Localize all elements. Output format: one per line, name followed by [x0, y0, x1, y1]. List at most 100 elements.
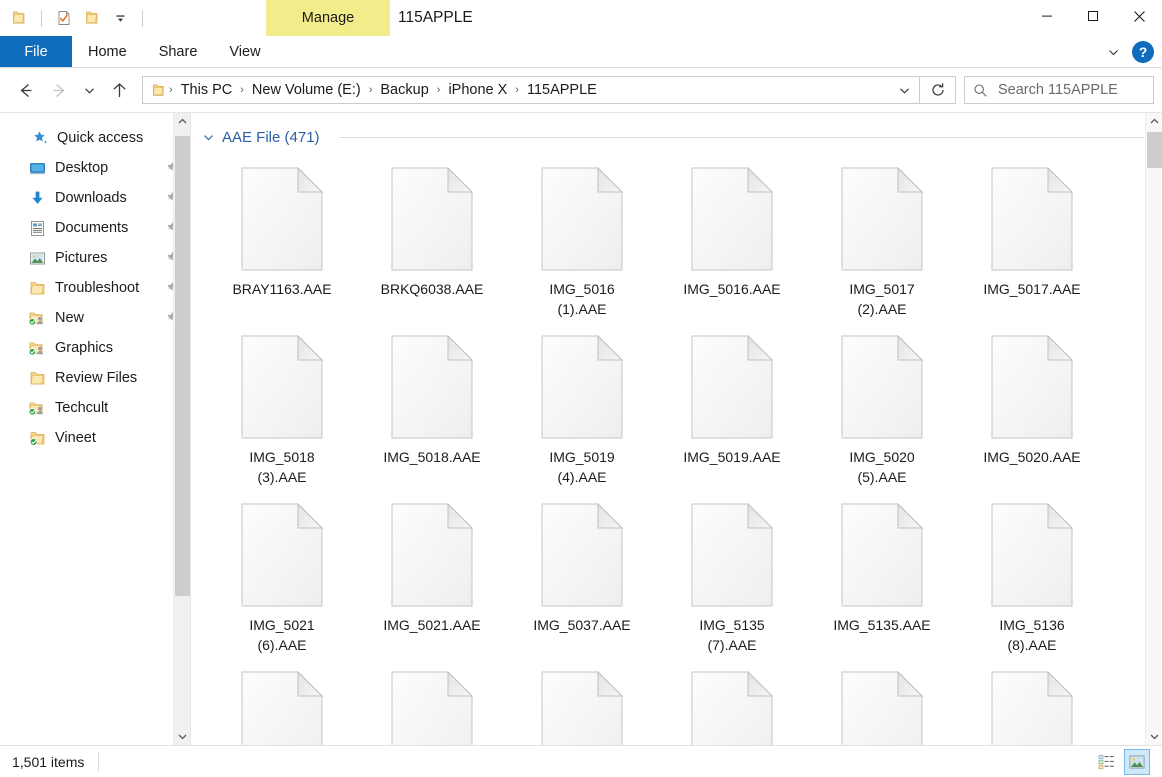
file-tile[interactable]: IMG_5017 (2).AAE	[807, 154, 957, 322]
breadcrumb-separator-1[interactable]: ›	[238, 84, 246, 96]
tab-view[interactable]: View	[213, 36, 276, 67]
file-tile[interactable]: BRAY1163.AAE	[207, 154, 357, 322]
tab-file[interactable]: File	[0, 36, 72, 67]
group-label[interactable]: AAE File (471)	[222, 129, 320, 146]
file-tile[interactable]: IMG_5018 (3).AAE	[207, 322, 357, 490]
shared-synced-folder-icon	[28, 339, 46, 357]
scroll-down-icon[interactable]	[174, 728, 191, 745]
sidebar-item-vineet[interactable]: Vineet	[0, 423, 190, 453]
file-name: IMG_5017 (2).AAE	[846, 279, 917, 319]
blank-document-icon	[390, 670, 474, 745]
file-tile[interactable]: IMG_5037.AAE	[507, 490, 657, 658]
scroll-down-icon[interactable]	[1146, 728, 1162, 745]
file-tile[interactable]: IMG_5021.AAE	[357, 490, 507, 658]
sidebar-scrollbar[interactable]	[173, 113, 190, 745]
file-tile[interactable]: IMG_5021 (6).AAE	[207, 490, 357, 658]
file-tile[interactable]: IMG_5020 (5).AAE	[807, 322, 957, 490]
sidebar-scroll-track[interactable]	[174, 130, 191, 728]
file-tile[interactable]: IMG_5136 (8).AAE	[957, 490, 1107, 658]
group-header-aae-file[interactable]: AAE File (471)	[191, 113, 1162, 146]
scroll-up-icon[interactable]	[174, 113, 191, 130]
sidebar-item-pictures[interactable]: Pictures	[0, 243, 190, 273]
new-folder-icon[interactable]	[81, 7, 103, 29]
breadcrumb-separator-4[interactable]: ›	[513, 84, 521, 96]
blank-document-icon	[240, 334, 324, 440]
search-box[interactable]: Search 115APPLE	[964, 76, 1154, 104]
breadcrumb-backup[interactable]: Backup	[374, 82, 434, 98]
sidebar-item-review-files[interactable]: Review Files	[0, 363, 190, 393]
sidebar-label-documents: Documents	[55, 220, 128, 236]
breadcrumb-bar[interactable]: › This PC › New Volume (E:) › Backup › i…	[142, 76, 920, 104]
sidebar-item-graphics[interactable]: Graphics	[0, 333, 190, 363]
sidebar-item-documents[interactable]: Documents	[0, 213, 190, 243]
file-tile[interactable]	[957, 658, 1107, 745]
folder-icon[interactable]	[8, 7, 30, 29]
file-tile[interactable]	[507, 658, 657, 745]
blank-document-icon	[390, 166, 474, 272]
file-tile[interactable]: IMG_5019 (4).AAE	[507, 322, 657, 490]
file-tile[interactable]	[657, 658, 807, 745]
file-tile[interactable]: IMG_5016 (1).AAE	[507, 154, 657, 322]
breadcrumb-separator-0[interactable]: ›	[167, 84, 175, 96]
tab-home[interactable]: Home	[72, 36, 143, 67]
sidebar-item-new[interactable]: New	[0, 303, 190, 333]
file-tile[interactable]: IMG_5135.AAE	[807, 490, 957, 658]
recent-locations-button[interactable]	[76, 73, 102, 107]
close-button[interactable]	[1116, 0, 1162, 32]
file-tile[interactable]: IMG_5017.AAE	[957, 154, 1107, 322]
content-scroll-thumb[interactable]	[1147, 132, 1162, 168]
breadcrumb-new-volume[interactable]: New Volume (E:)	[246, 82, 367, 98]
details-view-button[interactable]	[1094, 749, 1120, 775]
sidebar-item-troubleshoot[interactable]: Troubleshoot	[0, 273, 190, 303]
blank-document-icon	[990, 502, 1074, 608]
breadcrumb-115apple[interactable]: 115APPLE	[521, 82, 603, 98]
file-name: IMG_5016.AAE	[680, 279, 783, 299]
back-button[interactable]	[8, 73, 42, 107]
item-count-label: 1,501 items	[12, 754, 84, 770]
tab-share[interactable]: Share	[143, 36, 214, 67]
breadcrumb-dropdown-icon[interactable]	[889, 77, 919, 103]
breadcrumb-separator-3[interactable]: ›	[435, 84, 443, 96]
sidebar-label-troubleshoot: Troubleshoot	[55, 280, 139, 296]
file-tile[interactable]: BRKQ6038.AAE	[357, 154, 507, 322]
maximize-button[interactable]	[1070, 0, 1116, 32]
sidebar-label-pictures: Pictures	[55, 250, 107, 266]
file-tile[interactable]	[207, 658, 357, 745]
file-tile[interactable]: IMG_5135 (7).AAE	[657, 490, 807, 658]
file-tile[interactable]	[807, 658, 957, 745]
file-tile[interactable]: IMG_5016.AAE	[657, 154, 807, 322]
file-tile[interactable]	[357, 658, 507, 745]
breadcrumb-iphone-x[interactable]: iPhone X	[442, 82, 513, 98]
up-button[interactable]	[102, 73, 136, 107]
sidebar-item-downloads[interactable]: Downloads	[0, 183, 190, 213]
blank-document-icon	[690, 334, 774, 440]
breadcrumb-this-pc[interactable]: This PC	[175, 82, 239, 98]
contextual-tab-title[interactable]: Manage	[266, 0, 390, 36]
search-input[interactable]: Search 115APPLE	[998, 82, 1118, 98]
breadcrumb-separator-2[interactable]: ›	[367, 84, 375, 96]
help-button[interactable]: ?	[1132, 41, 1154, 63]
properties-icon[interactable]	[53, 7, 75, 29]
file-tile[interactable]: IMG_5019.AAE	[657, 322, 807, 490]
scroll-up-icon[interactable]	[1146, 113, 1162, 130]
large-icons-view-button[interactable]	[1124, 749, 1150, 775]
file-name: IMG_5018 (3).AAE	[246, 447, 317, 487]
file-tile[interactable]: IMG_5020.AAE	[957, 322, 1107, 490]
chevron-down-icon[interactable]	[1100, 39, 1126, 65]
file-name: IMG_5020.AAE	[980, 447, 1083, 467]
content-scrollbar[interactable]	[1145, 113, 1162, 745]
forward-button[interactable]	[42, 73, 76, 107]
chevron-down-icon[interactable]	[201, 132, 215, 143]
minimize-button[interactable]	[1024, 0, 1070, 32]
file-tile[interactable]: IMG_5018.AAE	[357, 322, 507, 490]
content-scroll-track[interactable]	[1146, 130, 1162, 728]
sidebar-item-quick-access[interactable]: Quick access	[0, 123, 190, 153]
customize-dropdown-icon[interactable]	[109, 7, 131, 29]
sidebar-scroll-thumb[interactable]	[175, 136, 190, 596]
file-name: IMG_5021.AAE	[380, 615, 483, 635]
refresh-button[interactable]	[920, 76, 956, 104]
blank-document-icon	[840, 670, 924, 745]
sidebar-item-techcult[interactable]: Techcult	[0, 393, 190, 423]
sidebar-item-desktop[interactable]: Desktop	[0, 153, 190, 183]
file-name: IMG_5021 (6).AAE	[246, 615, 317, 655]
